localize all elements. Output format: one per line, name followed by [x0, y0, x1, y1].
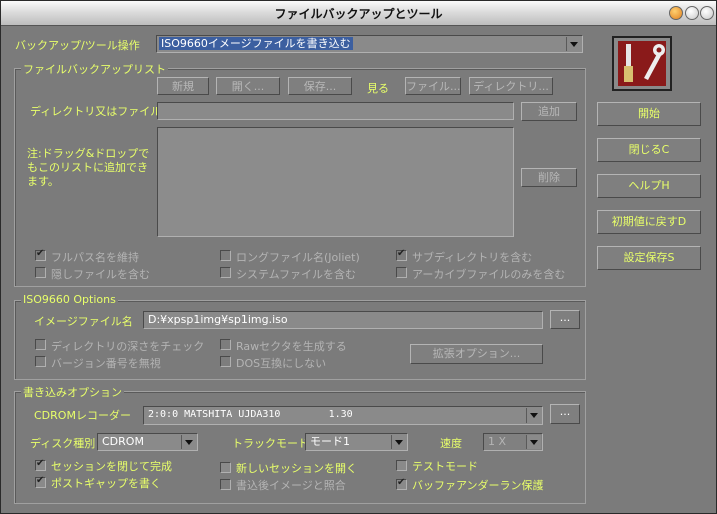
image-file-label: イメージファイル名 — [34, 315, 133, 328]
speed-label: 速度 — [440, 437, 462, 450]
hidden-files-checkbox[interactable] — [35, 267, 46, 278]
reset-defaults-button[interactable]: 初期値に戻すD — [597, 210, 701, 234]
maximize-button[interactable] — [685, 6, 699, 20]
joliet-label: ロングファイル名(Joliet) — [236, 251, 360, 264]
no-dos-compat-checkbox[interactable] — [220, 356, 231, 367]
chevron-down-icon[interactable] — [181, 435, 196, 449]
file-list-box[interactable] — [157, 127, 514, 237]
verify-image-checkbox[interactable] — [220, 479, 231, 490]
iso-group-title: ISO9660 Options — [21, 293, 118, 306]
check-depth-label: ディレクトリの深さをチェック — [51, 340, 205, 353]
close-session-checkbox[interactable] — [35, 458, 46, 471]
close-button[interactable] — [700, 6, 714, 20]
start-button[interactable]: 開始 — [597, 102, 701, 126]
new-list-button[interactable]: 新規 — [157, 77, 209, 95]
window-title: ファイルバックアップとツール — [274, 7, 443, 21]
postgap-checkbox[interactable] — [35, 475, 46, 488]
extended-options-button[interactable]: 拡張オプション... — [410, 344, 543, 364]
speed-value: 1 X — [488, 435, 507, 448]
verify-image-label: 書込後イメージと照合 — [236, 479, 346, 492]
postgap-label: ポストギャップを書く — [51, 477, 161, 490]
help-button[interactable]: ヘルプH — [597, 174, 701, 198]
test-mode-label: テストモード — [412, 460, 478, 473]
open-list-button[interactable]: 開く... — [216, 77, 280, 95]
archive-only-label: アーカイブファイルのみを含む — [412, 268, 566, 281]
title-bar: ファイルバックアップとツール — [1, 1, 716, 26]
close-button-main[interactable]: 閉じるC — [597, 138, 701, 162]
write-group-title: 書き込みオプション — [21, 384, 124, 400]
image-file-value: D:¥xpsp1img¥sp1img.iso — [148, 313, 288, 326]
image-file-input[interactable]: D:¥xpsp1img¥sp1img.iso — [143, 311, 543, 329]
archive-only-checkbox[interactable] — [396, 267, 407, 278]
hidden-files-label: 隠しファイルを含む — [51, 268, 150, 281]
save-list-button[interactable]: 保存... — [288, 77, 352, 95]
operation-select[interactable]: ISO9660イメージファイルを書き込む — [156, 35, 583, 53]
recorder-label: CDROMレコーダー — [34, 409, 131, 422]
disc-type-value: CDROM — [102, 435, 144, 448]
ignore-version-label: バージョン番号を無視 — [51, 357, 161, 370]
recorder-browse-button[interactable]: ... — [550, 404, 580, 424]
track-mode-value: モード1 — [310, 435, 350, 448]
disc-type-label: ディスク種別 — [30, 437, 96, 450]
ignore-version-checkbox[interactable] — [35, 356, 46, 367]
main-window: ファイルバックアップとツール バックアップ/ツール操作 ISO9660イメージフ… — [0, 0, 717, 514]
disc-type-select[interactable]: CDROM — [97, 433, 198, 451]
chevron-down-icon[interactable] — [526, 435, 541, 449]
chevron-down-icon[interactable] — [566, 37, 581, 51]
raw-sector-label: Rawセクタを生成する — [236, 340, 347, 353]
system-files-label: システムファイルを含む — [236, 268, 357, 281]
close-session-label: セッションを閉じて完成 — [51, 460, 172, 473]
recorder-value: 2:0:0 MATSHITA UJDA310 1.30 — [148, 409, 353, 420]
system-files-checkbox[interactable] — [220, 267, 231, 278]
recorder-select[interactable]: 2:0:0 MATSHITA UJDA310 1.30 — [143, 406, 543, 425]
add-directory-button[interactable]: ディレクトリ... — [469, 77, 553, 95]
save-settings-button[interactable]: 設定保存S — [597, 246, 701, 270]
new-session-checkbox[interactable] — [220, 462, 231, 473]
keep-fullpath-checkbox[interactable] — [35, 248, 46, 261]
track-mode-select[interactable]: モード1 — [305, 433, 408, 451]
filelist-group-title: ファイルバックアップリスト — [21, 61, 168, 77]
check-depth-checkbox[interactable] — [35, 339, 46, 350]
buffer-underrun-checkbox[interactable] — [396, 477, 407, 490]
subdir-label: サブディレクトリを含む — [412, 251, 533, 264]
minimize-button[interactable] — [669, 6, 683, 20]
joliet-checkbox[interactable] — [220, 250, 231, 261]
raw-sector-checkbox[interactable] — [220, 339, 231, 350]
new-session-label: 新しいセッションを開く — [236, 462, 357, 475]
add-file-button[interactable]: ファイル... — [405, 77, 461, 95]
speed-select[interactable]: 1 X — [483, 433, 543, 451]
add-button[interactable]: 追加 — [521, 102, 577, 121]
keep-fullpath-label: フルパス名を維持 — [51, 251, 139, 264]
dragdrop-note: 注:ドラッグ&ドロップでもこのリストに追加できます。 — [27, 147, 150, 188]
image-browse-button[interactable]: ... — [550, 310, 580, 329]
chevron-down-icon[interactable] — [391, 435, 406, 449]
path-input[interactable] — [157, 102, 514, 120]
chevron-down-icon[interactable] — [526, 408, 541, 423]
tools-icon — [612, 36, 672, 91]
delete-button[interactable]: 削除 — [521, 168, 577, 187]
buffer-underrun-label: バッファアンダーラン保護 — [412, 479, 544, 492]
no-dos-compat-label: DOS互換にしない — [236, 357, 327, 370]
view-label: 見る — [367, 82, 389, 95]
path-label: ディレクトリ又はファイル名 — [30, 105, 173, 118]
operation-label: バックアップ/ツール操作 — [15, 39, 140, 52]
track-mode-label: トラックモード — [232, 437, 309, 450]
subdir-checkbox[interactable] — [396, 248, 407, 261]
operation-value: ISO9660イメージファイルを書き込む — [159, 37, 353, 50]
test-mode-checkbox[interactable] — [396, 460, 407, 471]
